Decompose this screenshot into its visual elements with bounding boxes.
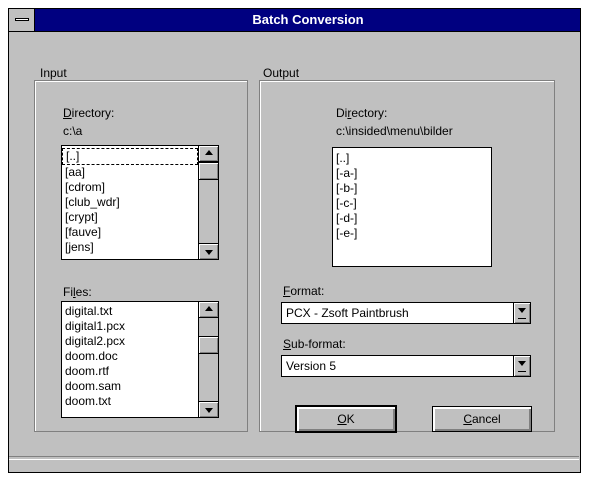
subformat-label: Sub-format:: [283, 337, 346, 351]
input-group-label: Input: [40, 66, 67, 80]
output-directory-list[interactable]: [..] [-a-] [-b-] [-c-] [-d-] [-e-]: [332, 147, 492, 267]
arrow-down-icon: [204, 408, 213, 413]
chevron-down-icon: [518, 361, 526, 366]
scroll-up-button[interactable]: [199, 146, 218, 162]
output-group-label: Output: [263, 66, 300, 80]
input-files-label: Files:: [63, 285, 92, 299]
directory-list-item[interactable]: [fauve]: [62, 225, 200, 240]
directory-list-item[interactable]: [-e-]: [333, 226, 491, 241]
subformat-dropdown-button[interactable]: [513, 356, 530, 376]
directory-list-item[interactable]: [-b-]: [333, 181, 491, 196]
directory-list-item[interactable]: [club_wdr]: [62, 195, 200, 210]
file-list-item[interactable]: doom.rtf: [62, 364, 200, 379]
format-select[interactable]: PCX - Zsoft Paintbrush: [281, 302, 531, 324]
arrow-up-icon: [204, 306, 213, 311]
scroll-thumb[interactable]: [199, 336, 218, 354]
bottom-divider: [9, 456, 579, 460]
input-files-scrollbar[interactable]: [198, 302, 218, 417]
input-directory-scrollbar[interactable]: [198, 146, 218, 259]
directory-list-item[interactable]: [..]: [62, 148, 198, 165]
file-list-item[interactable]: digital.txt: [62, 304, 200, 319]
file-list-item[interactable]: digital1.pcx: [62, 319, 200, 334]
system-menu-icon: [15, 18, 29, 21]
directory-list-item[interactable]: [jens]: [62, 240, 200, 255]
input-directory-label: Directory:: [63, 106, 115, 120]
chevron-down-icon: [518, 308, 526, 313]
arrow-up-icon: [204, 150, 213, 155]
output-directory-label: Directory:: [336, 106, 388, 120]
directory-list-item[interactable]: [aa]: [62, 165, 200, 180]
file-list-item[interactable]: digital2.pcx: [62, 334, 200, 349]
directory-list-item[interactable]: [-c-]: [333, 196, 491, 211]
ok-button[interactable]: OK: [295, 405, 397, 433]
input-directory-path: c:\a: [63, 124, 83, 138]
file-list-item[interactable]: doom.sam: [62, 379, 200, 394]
scroll-down-button[interactable]: [199, 243, 218, 259]
input-files-list[interactable]: digital.txt digital1.pcx digital2.pcx doom.…: [61, 301, 219, 418]
scroll-thumb[interactable]: [199, 162, 218, 180]
file-list-item[interactable]: doom.txt: [62, 394, 200, 409]
format-select-value: PCX - Zsoft Paintbrush: [286, 306, 409, 320]
file-list-item[interactable]: doom.doc: [62, 349, 200, 364]
directory-list-item[interactable]: [crypt]: [62, 210, 200, 225]
scroll-down-button[interactable]: [199, 401, 218, 417]
window-title: Batch Conversion: [252, 12, 364, 27]
scroll-up-button[interactable]: [199, 302, 218, 318]
directory-list-item[interactable]: [-a-]: [333, 166, 491, 181]
directory-list-item[interactable]: [cdrom]: [62, 180, 200, 195]
input-directory-list[interactable]: [..] [aa] [cdrom] [club_wdr] [crypt] [fauve][…: [61, 145, 219, 260]
arrow-down-icon: [204, 250, 213, 255]
directory-list-item[interactable]: [..]: [333, 151, 491, 166]
output-directory-path: c:\insided\menu\bilder: [336, 124, 453, 138]
format-label: Format:: [283, 284, 325, 298]
format-dropdown-button[interactable]: [513, 303, 530, 323]
system-menu-button[interactable]: [9, 9, 35, 31]
subformat-select-value: Version 5: [286, 359, 337, 373]
directory-list-item[interactable]: [-d-]: [333, 211, 491, 226]
subformat-select[interactable]: Version 5: [281, 355, 531, 377]
cancel-button[interactable]: Cancel: [432, 406, 532, 432]
